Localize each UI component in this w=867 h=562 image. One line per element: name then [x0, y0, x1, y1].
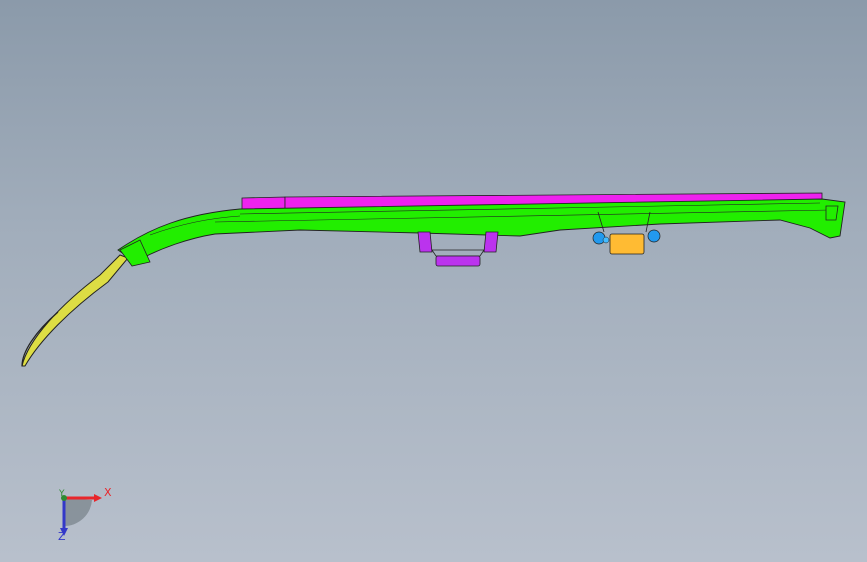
cap-right	[647, 229, 661, 243]
rail-end-bracket	[825, 205, 839, 221]
cad-model-roof-rail[interactable]	[0, 0, 867, 562]
triad-graphic	[60, 494, 102, 536]
x-axis-arrow	[94, 494, 102, 502]
cap-left	[592, 231, 606, 245]
graphics-viewport[interactable]: X Y Z	[0, 0, 867, 562]
rail-body	[117, 198, 846, 263]
z-axis-label: Z	[58, 530, 66, 543]
x-axis-label: X	[104, 486, 112, 499]
bracket-body	[609, 233, 645, 255]
triad-shade	[64, 498, 92, 527]
clip-bridge	[431, 249, 485, 257]
cap-left-inner	[602, 236, 610, 244]
clip-base	[435, 255, 481, 267]
clip-left-leg	[417, 231, 433, 253]
tail-trim	[21, 254, 129, 367]
clip-right-leg	[483, 231, 499, 253]
y-axis-label: Y	[59, 489, 65, 499]
view-triad[interactable]: X Y Z	[40, 478, 130, 548]
